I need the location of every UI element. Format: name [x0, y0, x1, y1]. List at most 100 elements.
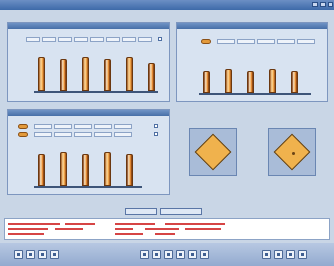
value-cell[interactable]	[122, 37, 136, 42]
zoom-out-button[interactable]	[200, 250, 209, 259]
log-line	[65, 223, 95, 225]
value-cell[interactable]	[26, 37, 40, 42]
log-line	[155, 233, 175, 235]
value-cell[interactable]	[217, 39, 235, 44]
option-checkbox[interactable]	[158, 37, 162, 41]
mode-selector[interactable]	[125, 208, 157, 215]
pause-icon	[179, 253, 182, 256]
chart-bar	[82, 57, 89, 91]
value-cell[interactable]	[34, 132, 52, 137]
chart-bar	[38, 154, 45, 186]
bottom-toolbar	[0, 243, 334, 266]
value-cell[interactable]	[257, 39, 275, 44]
chart-bar	[60, 59, 67, 91]
zoom-in-icon	[191, 253, 194, 256]
window-titlebar	[0, 0, 334, 10]
panel-header	[8, 23, 169, 29]
maximize-button[interactable]	[320, 2, 326, 7]
close-button[interactable]	[298, 250, 307, 259]
pause-button[interactable]	[176, 250, 185, 259]
chart-bar	[60, 152, 67, 186]
forward-button[interactable]	[152, 250, 161, 259]
diamond-display-left[interactable]	[189, 128, 237, 176]
value-cell[interactable]	[94, 124, 112, 129]
stop-icon	[41, 253, 44, 256]
chart-bar	[126, 57, 133, 91]
value-cell[interactable]	[90, 37, 104, 42]
value-cell[interactable]	[94, 132, 112, 137]
next-button[interactable]	[26, 250, 35, 259]
chart-bar	[269, 69, 276, 93]
chart-bar	[104, 59, 111, 91]
chart-bar	[38, 57, 45, 91]
log-line	[185, 228, 221, 230]
log-panel	[4, 218, 330, 240]
value-cell[interactable]	[114, 124, 132, 129]
log-line	[8, 223, 60, 225]
help-button[interactable]	[286, 250, 295, 259]
log-line	[145, 228, 179, 230]
chart-baseline	[199, 93, 311, 95]
stop-button[interactable]	[38, 250, 47, 259]
refresh-icon	[265, 253, 268, 256]
value-cell[interactable]	[297, 39, 315, 44]
chart-bar	[291, 71, 298, 93]
diamond-display-right[interactable]	[268, 128, 316, 176]
value-cell[interactable]	[106, 37, 120, 42]
chart-bar	[203, 71, 210, 93]
panel-bottom-left	[7, 109, 170, 195]
prev-button[interactable]	[14, 250, 23, 259]
option-checkbox[interactable]	[154, 132, 158, 136]
value-cell[interactable]	[114, 132, 132, 137]
log-line	[8, 228, 48, 230]
close-window-button[interactable]	[328, 2, 333, 7]
chart-baseline	[34, 91, 158, 93]
chart-baseline	[34, 186, 142, 188]
panel-top-left	[7, 22, 170, 102]
play-button[interactable]	[50, 250, 59, 259]
diamond-shape	[194, 133, 232, 171]
mode-selector[interactable]	[160, 208, 202, 215]
forward-icon	[155, 253, 158, 256]
chart-bar	[148, 63, 155, 91]
log-line	[115, 228, 133, 230]
value-cell[interactable]	[58, 37, 72, 42]
minimize-button[interactable]	[312, 2, 318, 7]
rewind-button[interactable]	[140, 250, 149, 259]
rewind-icon	[143, 253, 146, 256]
option-checkbox[interactable]	[154, 124, 158, 128]
status-tag[interactable]	[201, 39, 211, 44]
value-cell[interactable]	[42, 37, 56, 42]
close-icon	[301, 253, 304, 256]
chart-bar	[225, 69, 232, 93]
settings-button[interactable]	[274, 250, 283, 259]
value-cell[interactable]	[237, 39, 255, 44]
chart-bar	[82, 154, 89, 186]
next-icon	[29, 253, 32, 256]
value-cell[interactable]	[74, 132, 92, 137]
log-line	[115, 223, 155, 225]
help-icon	[289, 253, 292, 256]
panel-header	[177, 23, 327, 29]
value-cell[interactable]	[74, 124, 92, 129]
zoom-in-button[interactable]	[188, 250, 197, 259]
value-cell[interactable]	[138, 37, 152, 42]
prev-icon	[17, 253, 20, 256]
value-cell[interactable]	[277, 39, 295, 44]
zoom-out-icon	[203, 253, 206, 256]
value-cell[interactable]	[54, 132, 72, 137]
status-tag[interactable]	[18, 124, 28, 129]
record-button[interactable]	[164, 250, 173, 259]
log-line	[115, 233, 143, 235]
record-icon	[167, 253, 170, 256]
chart-bar	[104, 152, 111, 186]
status-tag[interactable]	[18, 132, 28, 137]
settings-icon	[277, 253, 280, 256]
refresh-button[interactable]	[262, 250, 271, 259]
value-cell[interactable]	[54, 124, 72, 129]
chart-bar	[247, 71, 254, 93]
play-icon	[53, 253, 56, 256]
chart-bar	[126, 154, 133, 186]
value-cell[interactable]	[74, 37, 88, 42]
value-cell[interactable]	[34, 124, 52, 129]
